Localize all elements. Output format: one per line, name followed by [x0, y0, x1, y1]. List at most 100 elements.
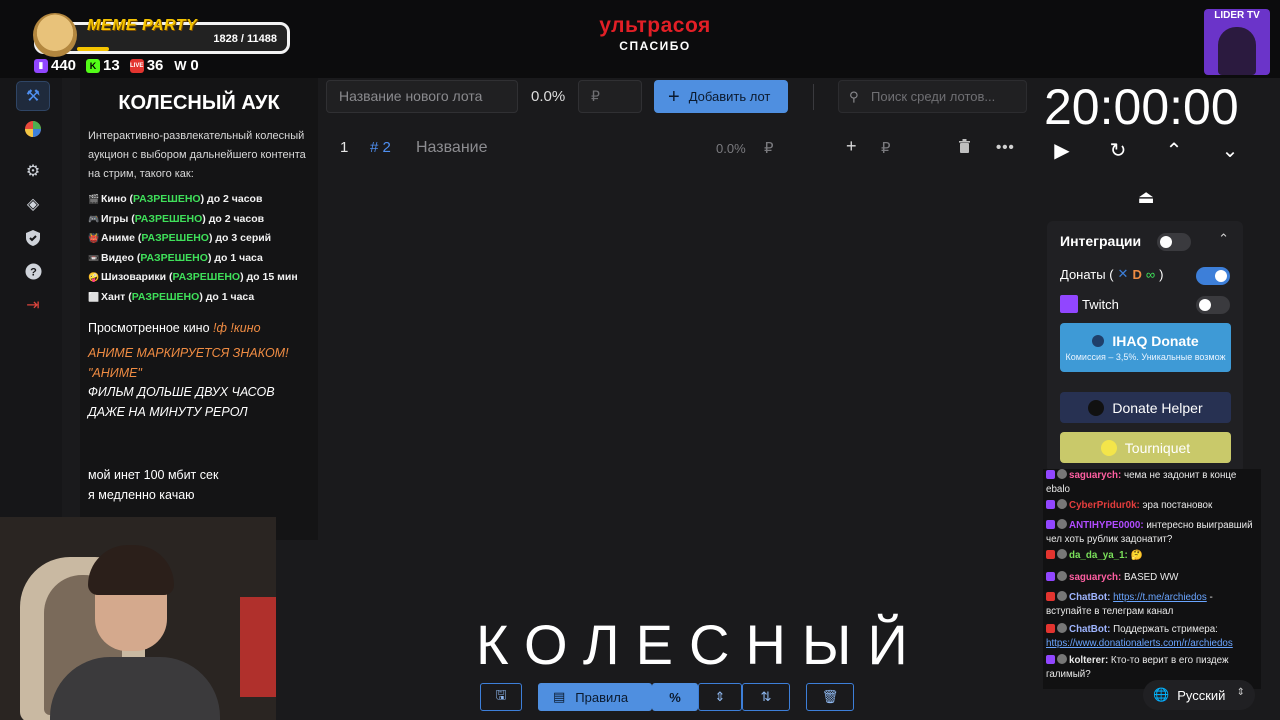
toggle-knob: [1215, 270, 1227, 282]
chat-username[interactable]: da_da_ya_1:: [1069, 550, 1128, 561]
internet-note-line: мой инет 100 мбит сек: [88, 468, 219, 482]
avatar: [1057, 499, 1067, 509]
sidebar: ⚒ ⚙ ◈ ? ⇥: [0, 78, 62, 518]
reset-icon[interactable]: ↻: [1104, 136, 1132, 164]
avatar: [1057, 591, 1067, 601]
chat-message: da_da_ya_1: 🤔: [1046, 549, 1256, 563]
sidebar-item-help[interactable]: ?: [16, 256, 50, 286]
film-note-line: ФИЛЬМ ДОЛЬШЕ ДВУХ ЧАСОВ: [88, 385, 275, 399]
anime-note: АНИМЕ МАРКИРУЕТСЯ ЗНАКОМ! "АНИМЕ": [88, 344, 310, 383]
help-icon: ?: [25, 263, 41, 279]
donations-label: Донаты (: [1060, 266, 1114, 282]
twitch-icon: [1046, 572, 1055, 581]
meme-party-progress: [77, 47, 109, 51]
ihaq-subtitle: Комиссия – 3,5%. Уникальные возможности: [1065, 352, 1226, 362]
language-select[interactable]: 🌐 Русский ⇕: [1143, 680, 1255, 710]
donations-toggle[interactable]: [1196, 267, 1230, 285]
rule-label: Видео (: [101, 251, 141, 264]
chat-message: ANTIHYPE0000: интересно выигравший чел х…: [1046, 519, 1256, 547]
sort-button[interactable]: ⇅: [742, 683, 790, 711]
clear-button[interactable]: 🗑: [806, 683, 854, 711]
d-icon: D: [1132, 266, 1142, 282]
donations-row: Донаты ( ✕ D ∞ ): [1060, 266, 1163, 282]
rule-label: Шизоварики (: [101, 271, 173, 283]
rule-status: РАЗРЕШЕНО: [133, 193, 201, 205]
sidebar-item-security[interactable]: [16, 223, 50, 253]
tourniquet-label: Tourniquet: [1124, 439, 1191, 456]
add-lot-button[interactable]: + Добавить лот: [654, 80, 788, 113]
watched-command: !ф !кино: [213, 321, 261, 335]
twitch-row: Twitch: [1060, 295, 1119, 313]
ihaq-donate-button[interactable]: IHAQ Donate Комиссия – 3,5%. Уникальные …: [1060, 323, 1231, 372]
sidebar-item-settings[interactable]: ⚙: [16, 156, 50, 186]
stat-value: 440: [51, 57, 77, 74]
chat-username[interactable]: ChatBot:: [1069, 592, 1110, 603]
stat-w: W 0: [173, 57, 198, 74]
chat-username[interactable]: saguarych:: [1069, 572, 1121, 583]
sidebar-item-layers[interactable]: ◈: [16, 189, 50, 219]
split-button[interactable]: ⇕: [698, 683, 742, 711]
lot-search-input[interactable]: ⚲ Поиск среди лотов...: [838, 80, 1027, 113]
rules-button[interactable]: ▤ Правила: [538, 683, 652, 711]
rule-limit: ) до 2 часов: [202, 212, 265, 225]
chat-username[interactable]: ANTIHYPE0000:: [1069, 520, 1144, 531]
chat-username[interactable]: saguarych:: [1069, 470, 1121, 481]
rule-label: Аниме (: [101, 232, 142, 244]
tourniquet-icon: [1100, 439, 1117, 456]
doge-icon: [33, 13, 77, 57]
anime-note-line: "АНИМЕ": [88, 365, 142, 380]
ihaq-icon: [1092, 335, 1105, 347]
sidebar-item-auction[interactable]: ⚒: [16, 81, 50, 111]
search-placeholder: Поиск среди лотов...: [871, 89, 996, 104]
donations-close: ): [1159, 266, 1164, 282]
rule-item: 🤪 Шизоварики (РАЗРЕШЕНО) до 15 мин: [88, 268, 310, 288]
chat-username[interactable]: ChatBot:: [1069, 624, 1110, 635]
chevron-up-icon[interactable]: ⌃: [1160, 136, 1188, 164]
avatar: [1057, 469, 1067, 479]
new-lot-percent: 0.0%: [531, 88, 566, 105]
lider-tv-title: LIDER TV: [1214, 10, 1260, 21]
twitch-toggle[interactable]: [1196, 296, 1230, 314]
trash-icon[interactable]: [958, 139, 971, 157]
internet-note-line: я медленно качаю: [88, 487, 195, 502]
chat-link[interactable]: https://www.donationalerts.com/r/archied…: [1046, 638, 1233, 649]
toggle-knob: [1160, 236, 1172, 248]
chat-username[interactable]: kolterer:: [1069, 655, 1108, 666]
lot-amount[interactable]: ₽: [764, 139, 774, 157]
percent-button[interactable]: %: [652, 683, 698, 711]
lot-add-amount-button[interactable]: +: [846, 136, 857, 157]
brand-sub-text: СПАСИБО: [619, 39, 691, 53]
kick-icon: K: [86, 58, 101, 73]
chat-text: эра постановок: [1139, 500, 1213, 511]
chat-username[interactable]: CyberPridur0k:: [1069, 500, 1140, 511]
more-icon[interactable]: •••: [996, 139, 1015, 156]
sidebar-item-logout[interactable]: ⇥: [16, 290, 50, 320]
collapse-icon[interactable]: ⏏: [1135, 187, 1157, 209]
chat-message: ChatBot: Поддержать стримера: https://ww…: [1046, 623, 1256, 651]
lot-add-amount-input[interactable]: ₽: [881, 139, 891, 157]
play-icon[interactable]: ▶: [1048, 136, 1076, 164]
rules-list: 🎬 Кино (РАЗРЕШЕНО) до 2 часов 🎮 Игры (РАЗРЕ…: [88, 190, 310, 307]
chevron-down-icon[interactable]: ⌄: [1216, 136, 1244, 164]
chevron-up-icon[interactable]: ⌃: [1218, 231, 1229, 247]
timer-controls: ▶ ↻ ⌃ ⌄: [1048, 136, 1244, 166]
sidebar-item-wheel[interactable]: [16, 114, 50, 144]
donate-helper-button[interactable]: Donate Helper: [1060, 392, 1231, 423]
live-icon: [1046, 550, 1055, 559]
lot-name-input[interactable]: Название: [416, 139, 488, 157]
toolbar-divider: [813, 84, 814, 110]
x-icon: ✕: [1117, 266, 1129, 281]
save-icon: 🖫: [495, 687, 507, 702]
new-lot-amount-input[interactable]: ₽: [578, 80, 642, 113]
integrations-toggle[interactable]: [1157, 233, 1191, 251]
chat-message: saguarych: BASED WW: [1046, 571, 1256, 585]
tourniquet-button[interactable]: Tourniquet: [1060, 432, 1231, 463]
rule-item: ⬜ Хант (РАЗРЕШЕНО) до 1 часа: [88, 288, 310, 308]
new-lot-name-input[interactable]: Название нового лота: [326, 80, 518, 113]
stat-value: 36: [146, 57, 164, 74]
shield-icon: [26, 230, 40, 246]
save-button[interactable]: 🖫: [480, 683, 522, 711]
rule-emoji: 🤪: [88, 272, 100, 282]
lot-number: 1: [340, 139, 349, 156]
chat-link[interactable]: https://t.me/archiedos: [1113, 592, 1207, 603]
